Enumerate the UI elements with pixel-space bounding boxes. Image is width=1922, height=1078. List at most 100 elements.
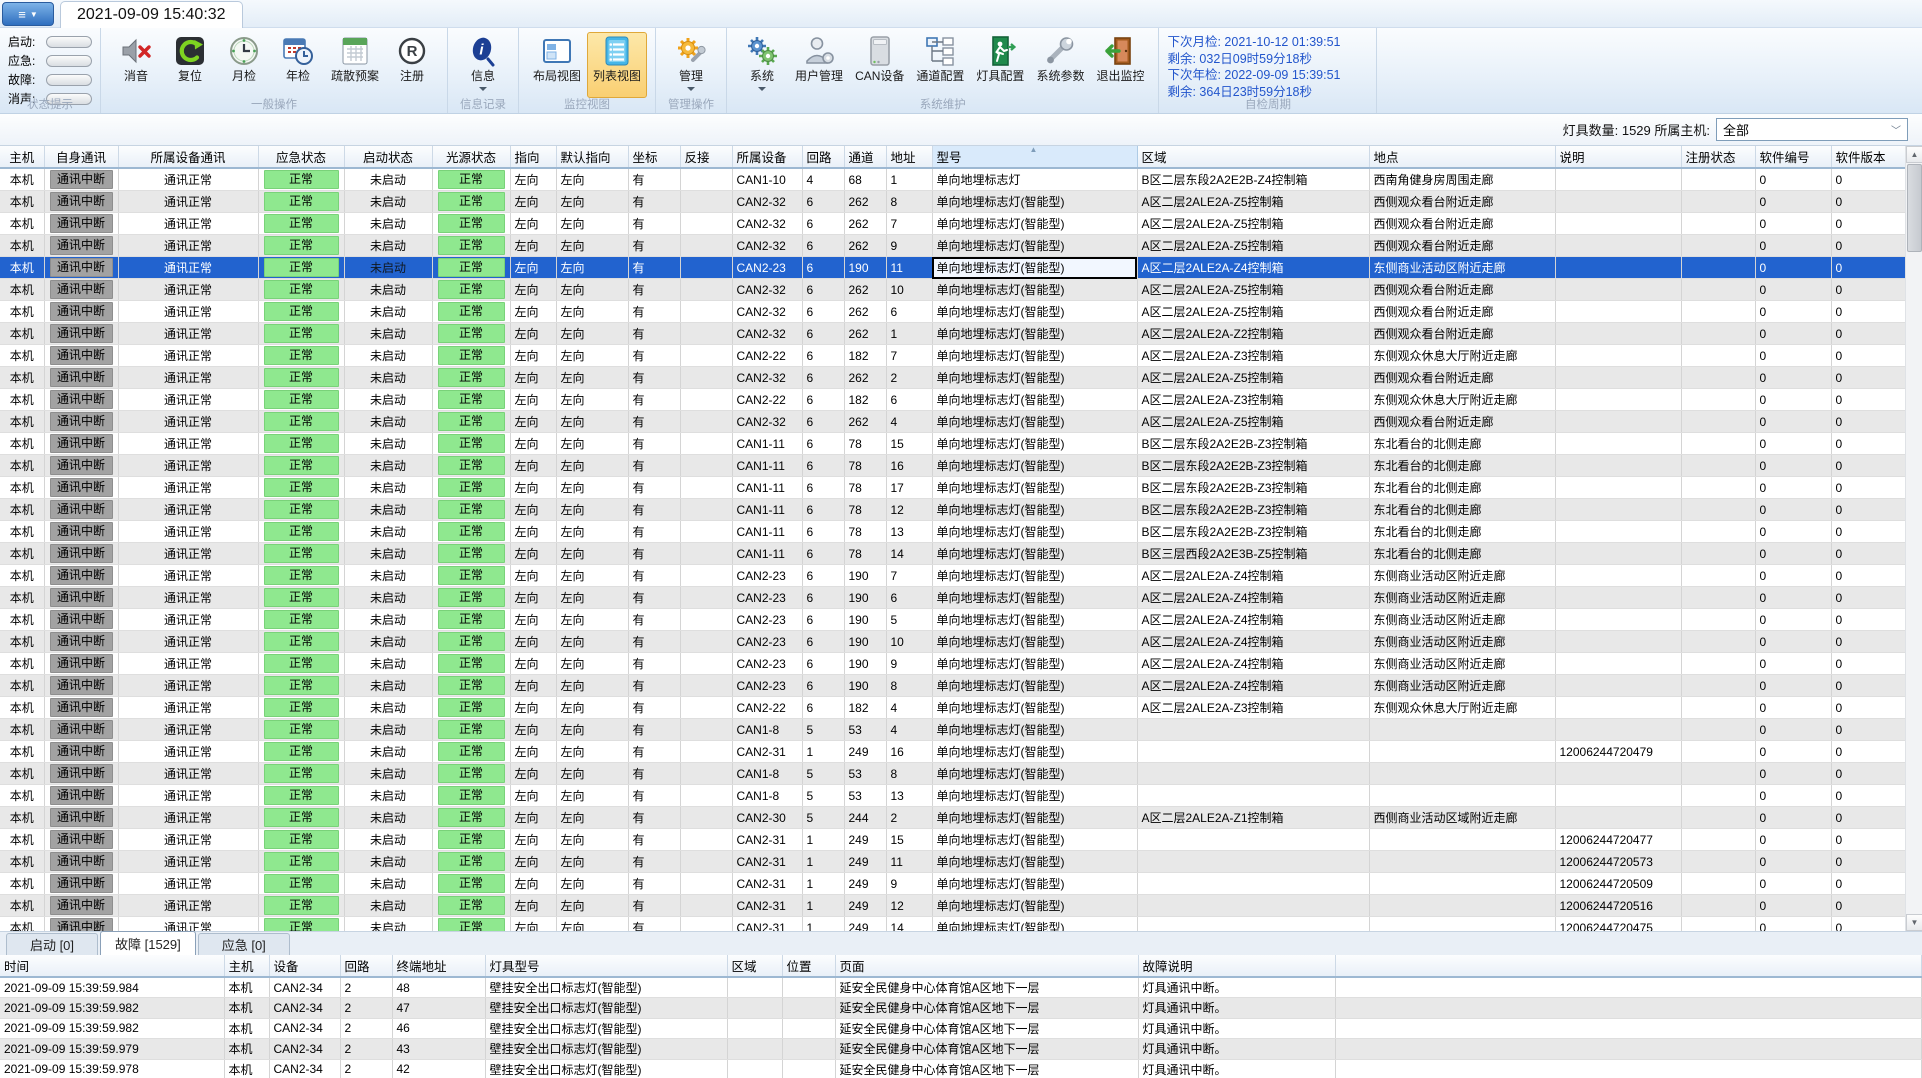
cell-说明[interactable]	[1555, 190, 1682, 213]
cell-指向[interactable]: 左向	[510, 278, 557, 301]
cell-应急状态[interactable]: 正常	[258, 388, 345, 411]
cell-默认指向[interactable]: 左向	[556, 366, 629, 389]
cell-反接[interactable]	[680, 718, 733, 741]
column-header[interactable]: 软件编号	[1755, 146, 1832, 169]
cell-地址[interactable]: 15	[886, 432, 933, 455]
event-tab-emergency[interactable]: 应急 [0]	[197, 933, 290, 955]
cell-光源状态[interactable]: 正常	[432, 652, 511, 675]
cell-主机[interactable]: 本机	[0, 278, 45, 301]
cell-反接[interactable]	[680, 740, 733, 763]
cell-主机[interactable]: 本机	[224, 1038, 270, 1060]
cell-回路[interactable]: 1	[802, 828, 845, 851]
cell-说明[interactable]	[1555, 806, 1682, 829]
cell-区域[interactable]	[727, 997, 783, 1019]
cell-光源状态[interactable]: 正常	[432, 344, 511, 367]
cell-通道[interactable]: 68	[844, 168, 887, 191]
cell-主机[interactable]: 本机	[0, 784, 45, 807]
cell-主机[interactable]: 本机	[0, 410, 45, 433]
cell-区域[interactable]	[727, 1038, 783, 1060]
cell-注册状态[interactable]	[1681, 256, 1756, 279]
cell-所属设备[interactable]: CAN2-32	[732, 234, 803, 257]
cell-自身通讯[interactable]: 通讯中断	[44, 520, 119, 543]
cell-应急状态[interactable]: 正常	[258, 476, 345, 499]
cell-回路[interactable]: 6	[802, 520, 845, 543]
cell-说明[interactable]	[1555, 652, 1682, 675]
monthly-check-button[interactable]: 月检	[217, 32, 271, 98]
cell-坐标[interactable]: 有	[628, 256, 681, 279]
cell-区域[interactable]: A区二层2ALE2A-Z5控制箱	[1137, 234, 1370, 257]
cell-通道[interactable]: 78	[844, 454, 887, 477]
cell-地点[interactable]	[1369, 850, 1556, 873]
cell-型号[interactable]: 单向地埋标志灯(智能型)	[932, 300, 1138, 323]
cell-注册状态[interactable]	[1681, 234, 1756, 257]
cell-坐标[interactable]: 有	[628, 872, 681, 895]
lamp-row[interactable]: 本机 通讯中断 通讯正常 正常 未启动 正常 左向 左向有 CAN2-32 6 262 8 单向地埋标志…	[0, 190, 1906, 213]
cell-通道[interactable]: 78	[844, 498, 887, 521]
cell-自身通讯[interactable]: 通讯中断	[44, 784, 119, 807]
cell-区域[interactable]	[1137, 740, 1370, 763]
cell-地点[interactable]: 西侧商业活动区域附近走廊	[1369, 806, 1556, 829]
cell-所属设备[interactable]: CAN1-11	[732, 432, 803, 455]
scroll-up-arrow-icon[interactable]: ▲	[1906, 146, 1922, 163]
cell-所属设备[interactable]: CAN1-11	[732, 542, 803, 565]
cell-软件编号[interactable]: 0	[1755, 762, 1832, 785]
cell-反接[interactable]	[680, 212, 733, 235]
cell-地址[interactable]: 13	[886, 784, 933, 807]
cell-应急状态[interactable]: 正常	[258, 256, 345, 279]
cell-所属设备通讯[interactable]: 通讯正常	[118, 652, 259, 675]
cell-所属设备[interactable]: CAN2-32	[732, 278, 803, 301]
cell-指向[interactable]: 左向	[510, 850, 557, 873]
cell-设备[interactable]: CAN2-34	[269, 997, 341, 1019]
cell-光源状态[interactable]: 正常	[432, 586, 511, 609]
cell-地点[interactable]: 东北看台的北侧走廊	[1369, 454, 1556, 477]
lamp-row[interactable]: 本机 通讯中断 通讯正常 正常 未启动 正常 左向 左向有 CAN2-31 1 249 12 单向地埋标…	[0, 894, 1906, 917]
column-header[interactable]: 地址	[886, 146, 933, 169]
cell-光源状态[interactable]: 正常	[432, 542, 511, 565]
cell-主机[interactable]: 本机	[0, 652, 45, 675]
cell-说明[interactable]	[1555, 432, 1682, 455]
cell-所属设备[interactable]: CAN2-23	[732, 586, 803, 609]
cell-区域[interactable]: A区二层2ALE2A-Z2控制箱	[1137, 322, 1370, 345]
cell-软件编号[interactable]: 0	[1755, 432, 1832, 455]
cell-应急状态[interactable]: 正常	[258, 564, 345, 587]
cell-区域[interactable]	[1137, 784, 1370, 807]
cell-地址[interactable]: 4	[886, 696, 933, 719]
cell-型号[interactable]: 单向地埋标志灯(智能型)	[932, 344, 1138, 367]
lamp-row[interactable]: 本机 通讯中断 通讯正常 正常 未启动 正常 左向 左向有 CAN1-11 6 78 15 单向地埋标志…	[0, 432, 1906, 455]
cell-默认指向[interactable]: 左向	[556, 432, 629, 455]
cell-应急状态[interactable]: 正常	[258, 278, 345, 301]
cell-区域[interactable]: A区二层2ALE2A-Z4控制箱	[1137, 674, 1370, 697]
cell-区域[interactable]	[1137, 850, 1370, 873]
cell-型号[interactable]: 单向地埋标志灯(智能型)	[932, 388, 1138, 411]
cell-回路[interactable]: 6	[802, 498, 845, 521]
cell-地址[interactable]: 1	[886, 168, 933, 191]
cell-反接[interactable]	[680, 322, 733, 345]
cell-启动状态[interactable]: 未启动	[344, 212, 433, 235]
cell-地点[interactable]: 西侧观众看台附近走廊	[1369, 234, 1556, 257]
cell-坐标[interactable]: 有	[628, 168, 681, 191]
cell-所属设备通讯[interactable]: 通讯正常	[118, 498, 259, 521]
cell-指向[interactable]: 左向	[510, 894, 557, 917]
cell-主机[interactable]: 本机	[0, 740, 45, 763]
cell-默认指向[interactable]: 左向	[556, 300, 629, 323]
cell-反接[interactable]	[680, 476, 733, 499]
cell-主机[interactable]: 本机	[0, 300, 45, 323]
manage-button[interactable]: 管理	[664, 32, 718, 98]
cell-地点[interactable]: 西侧观众看台附近走廊	[1369, 410, 1556, 433]
cell-自身通讯[interactable]: 通讯中断	[44, 388, 119, 411]
cell-指向[interactable]: 左向	[510, 212, 557, 235]
cell-时间[interactable]: 2021-09-09 15:39:59.982	[0, 1018, 225, 1039]
cell-软件版本[interactable]: 0	[1831, 894, 1906, 917]
cell-区域[interactable]: A区二层2ALE2A-Z4控制箱	[1137, 630, 1370, 653]
cell-软件版本[interactable]: 0	[1831, 718, 1906, 741]
cell-软件编号[interactable]: 0	[1755, 894, 1832, 917]
column-header[interactable]: 默认指向	[556, 146, 629, 169]
column-header[interactable]: 回路	[802, 146, 845, 169]
cell-通道[interactable]: 190	[844, 608, 887, 631]
cell-地址[interactable]: 1	[886, 322, 933, 345]
cell-反接[interactable]	[680, 190, 733, 213]
cell-地点[interactable]: 东侧观众休息大厅附近走廊	[1369, 696, 1556, 719]
cell-自身通讯[interactable]: 通讯中断	[44, 498, 119, 521]
cell-坐标[interactable]: 有	[628, 190, 681, 213]
cell-自身通讯[interactable]: 通讯中断	[44, 586, 119, 609]
